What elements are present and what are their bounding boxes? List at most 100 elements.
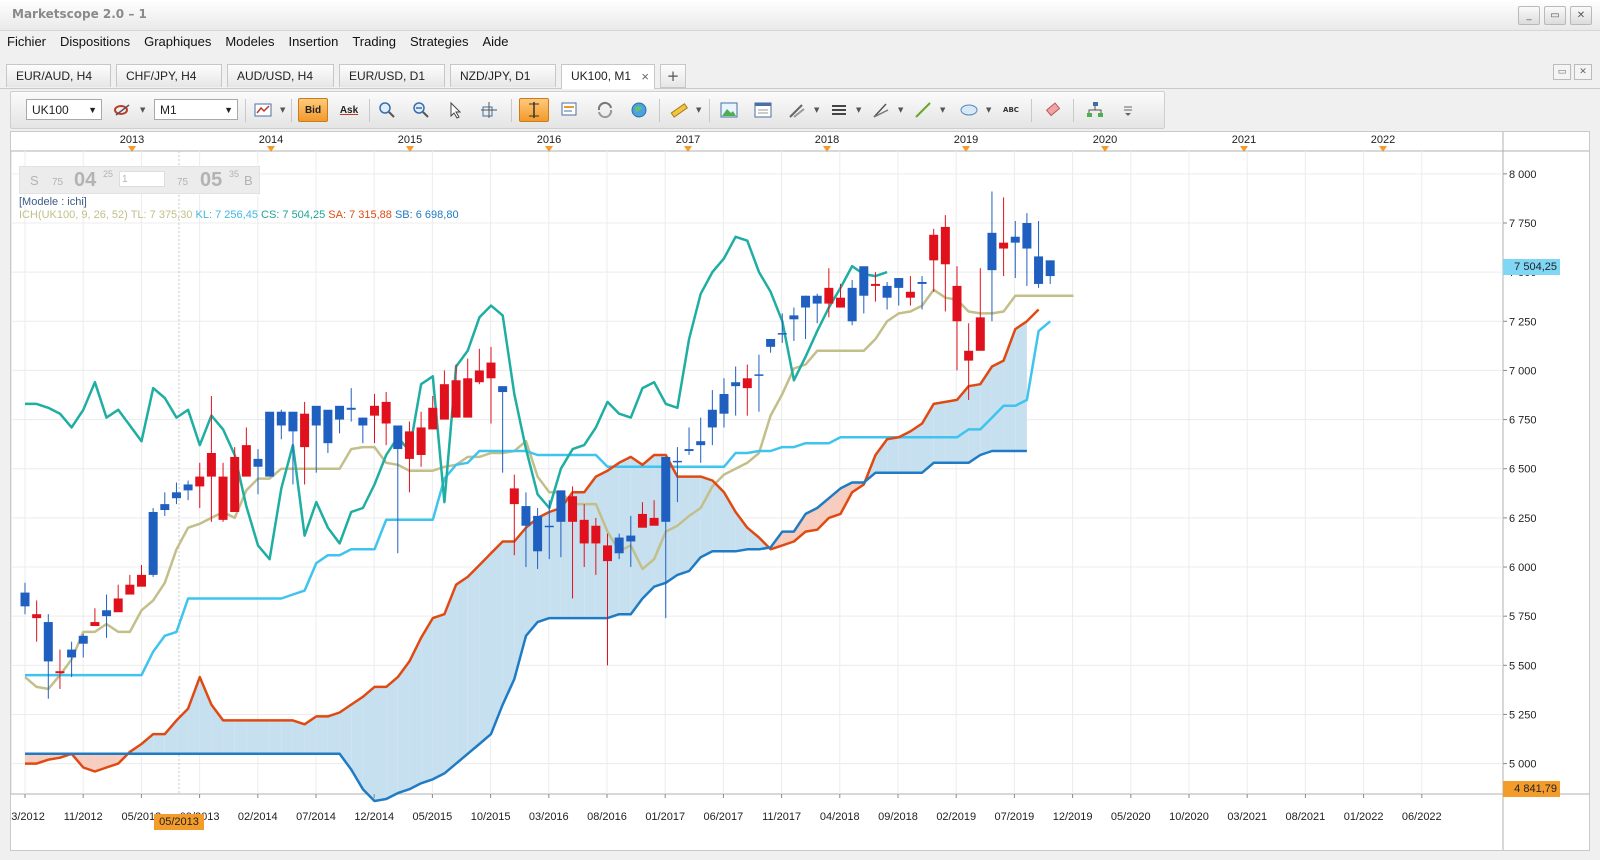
line-icon[interactable] (911, 98, 935, 122)
candle-body (882, 285, 892, 298)
properties-icon[interactable] (557, 98, 581, 122)
candle (206, 395, 216, 522)
restore-button[interactable]: ▭ (1544, 6, 1566, 25)
date-tick-label: 12/2014 (354, 811, 394, 823)
date-tick-label: 06/2022 (1402, 811, 1442, 823)
price-tick-label: 7 000 (1509, 365, 1537, 377)
bid-button[interactable]: Bid (298, 98, 328, 122)
cursor-mode-icon[interactable] (519, 98, 549, 122)
cloud-segment (491, 541, 503, 735)
chart-area[interactable]: 2013 2014 2015 2016 2017 2018 2019 2020 2021 2022… (5, 131, 1590, 851)
candle-body (684, 449, 694, 452)
candle-body (975, 317, 985, 351)
dropdown-arrow-icon[interactable]: ▼ (940, 106, 945, 114)
lines-icon[interactable] (827, 98, 851, 122)
text-icon[interactable]: ABC (999, 98, 1023, 122)
menu-fichier[interactable]: Fichier (0, 34, 53, 49)
timeframe-select[interactable]: M1 ▼ (154, 99, 238, 120)
candle (894, 278, 904, 306)
instrument-link-icon[interactable] (111, 98, 135, 122)
candle-body (43, 622, 53, 662)
tools-icon[interactable] (785, 98, 809, 122)
crosshair-icon[interactable] (477, 98, 501, 122)
candle (195, 462, 205, 509)
candle (952, 266, 962, 371)
ask-label: Ask (339, 104, 359, 116)
candle-body (206, 453, 216, 477)
candle-body (183, 484, 193, 491)
candle-body (731, 382, 741, 387)
instrument-select[interactable]: UK100 ▼ (26, 99, 102, 120)
cursor-date-label: 05/2013 (154, 814, 204, 830)
candle-body (649, 517, 659, 526)
ask-button[interactable]: Ask (334, 98, 364, 122)
cloud-segment (432, 614, 445, 780)
window-icon[interactable] (751, 98, 775, 122)
ichimoku-chart[interactable]: 2013 2014 2015 2016 2017 2018 2019 2020 2021 2022… (5, 132, 1589, 850)
date-axis: 03/201211/201205/201309/201302/201407/20… (5, 794, 1442, 823)
candle-body (603, 545, 612, 562)
toolbar-separator (1073, 99, 1074, 122)
candle-body (742, 378, 752, 389)
minimize-button[interactable]: _ (1518, 6, 1540, 25)
close-button[interactable]: ✕ (1570, 6, 1592, 25)
menu-strategies[interactable]: Strategies (403, 34, 476, 49)
more-icon[interactable] (1121, 98, 1135, 122)
chart-type-icon[interactable] (251, 98, 275, 122)
dropdown-arrow-icon[interactable]: ▼ (856, 106, 861, 114)
zoom-out-icon[interactable] (409, 98, 433, 122)
buy-price-big[interactable]: 05 (200, 169, 222, 192)
toolbar-separator (659, 99, 660, 122)
tree-icon[interactable] (1083, 98, 1107, 122)
eraser-icon[interactable] (1041, 98, 1065, 122)
amount-input[interactable]: 1 (119, 171, 165, 187)
tab-chf-jpy[interactable]: CHF/JPY, H4 (116, 64, 222, 87)
pencil-icon[interactable] (869, 98, 893, 122)
sell-price-big[interactable]: 04 (74, 169, 96, 192)
cursor-icon[interactable] (443, 98, 467, 122)
tab-eur-aud[interactable]: EUR/AUD, H4 (6, 64, 111, 87)
tab-eur-usd[interactable]: EUR/USD, D1 (339, 64, 445, 87)
tab-aud-usd[interactable]: AUD/USD, H4 (227, 64, 334, 87)
dropdown-arrow-icon[interactable]: ▼ (280, 106, 285, 114)
add-tab-button[interactable]: + (660, 64, 686, 88)
dropdown-arrow-icon[interactable]: ▼ (986, 106, 991, 114)
panel-restore-icon[interactable]: ▭ (1553, 64, 1571, 80)
candle-body (766, 338, 776, 347)
candle-body (905, 291, 915, 298)
dropdown-arrow-icon[interactable]: ▼ (696, 106, 701, 114)
date-tick-label: 03/2016 (529, 811, 569, 823)
candle-body (626, 535, 636, 542)
dropdown-arrow-icon[interactable]: ▼ (898, 106, 903, 114)
dropdown-arrow-icon[interactable]: ▼ (814, 106, 819, 114)
sell-price-small: 75 (52, 177, 64, 188)
cloud-segment (258, 720, 270, 754)
candle-body (870, 283, 880, 286)
tab-nzd-jpy[interactable]: NZD/JPY, D1 (450, 64, 556, 87)
zoom-in-icon[interactable] (375, 98, 399, 122)
candle (696, 417, 706, 463)
date-tick-label: 08/2016 (587, 811, 627, 823)
ellipse-icon[interactable] (957, 98, 981, 122)
candle-body (952, 285, 962, 322)
tab-uk100[interactable]: UK100, M1 × (561, 64, 655, 89)
year-label: 2016 (537, 134, 561, 146)
tab-close-icon[interactable]: × (641, 65, 649, 88)
menu-insertion[interactable]: Insertion (281, 34, 345, 49)
candle (789, 307, 799, 341)
dropdown-arrow-icon[interactable]: ▼ (140, 106, 145, 114)
picture-icon[interactable] (717, 98, 741, 122)
ruler-icon[interactable] (667, 98, 691, 122)
globe-icon[interactable] (627, 98, 651, 122)
panel-close-icon[interactable]: ✕ (1574, 64, 1592, 80)
cloud-segment (945, 399, 957, 463)
candle-body (836, 297, 845, 308)
menu-modeles[interactable]: Modeles (218, 34, 281, 49)
menu-dispositions[interactable]: Dispositions (53, 34, 137, 49)
menu-aide[interactable]: Aide (476, 34, 516, 49)
candle (230, 447, 240, 512)
menu-trading[interactable]: Trading (345, 34, 403, 49)
candle (474, 348, 484, 385)
sync-icon[interactable] (593, 98, 617, 122)
menu-graphiques[interactable]: Graphiques (137, 34, 218, 49)
